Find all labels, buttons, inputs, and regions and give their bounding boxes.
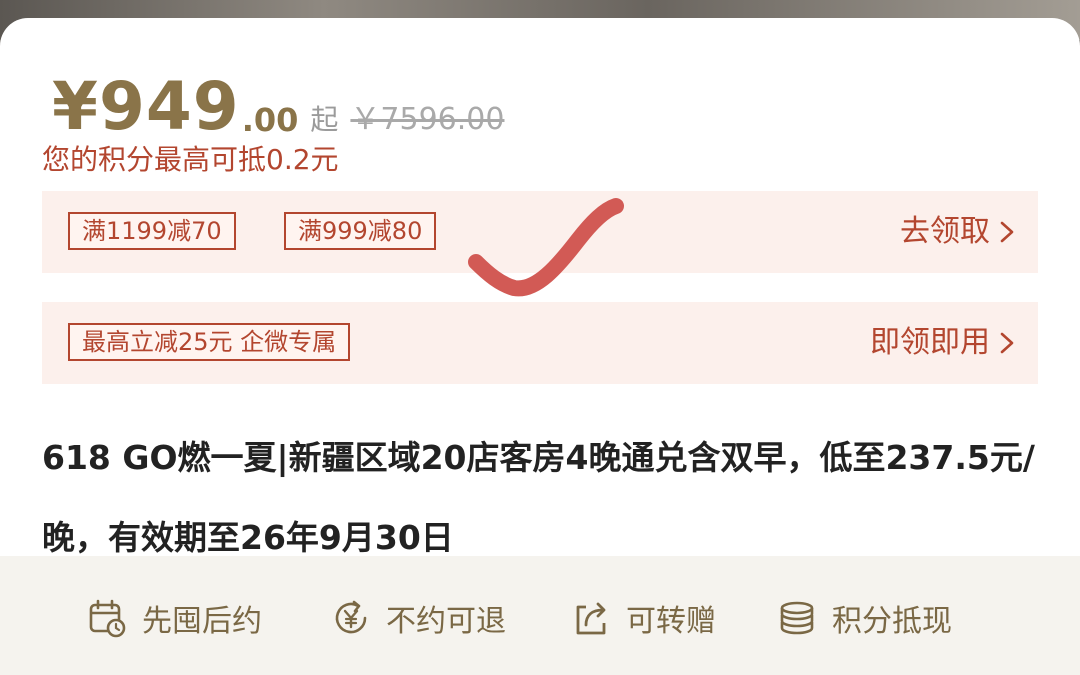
feature-label: 可转赠: [626, 604, 716, 639]
product-title: 618 GO燃一夏|新疆区域20店客房4晚通兑含双早，低至237.5元/晚，有效…: [42, 438, 1035, 557]
price-integer: 949: [98, 68, 240, 145]
coins-icon: [780, 601, 814, 635]
feature-item: 可转赠: [570, 596, 716, 640]
points-deduction-note: 您的积分最高可抵0.2元: [42, 143, 339, 176]
original-price: ￥7596.00: [350, 102, 505, 137]
feature-label: 不约可退: [386, 604, 506, 639]
chevron-right-icon: [1000, 221, 1014, 243]
price-currency: ¥: [52, 68, 99, 145]
instant-use-button[interactable]: 即领即用: [870, 322, 1014, 364]
share-gift-icon: [576, 602, 606, 635]
instant-use-label: 即领即用: [870, 325, 990, 360]
claim-coupon-label: 去领取: [900, 214, 990, 249]
coupon-bar-claim[interactable]: 满1199减70 满999减80 去领取: [42, 191, 1038, 273]
coupon-chip[interactable]: 最高立减25元 企微专属: [68, 323, 351, 361]
coupon-bar-instant[interactable]: 最高立减25元 企微专属 即领即用: [42, 302, 1038, 384]
product-detail-screen: ¥ 949 .00 起 ￥7596.00 您的积分最高可抵0.2元 满1199减…: [0, 0, 1080, 675]
feature-bar: 先囤后约 不约可退 可转赠 积分抵现: [0, 556, 1080, 675]
calendar-clock-icon: [89, 599, 126, 638]
price-from-label: 起: [310, 103, 339, 136]
feature-label: 积分抵现: [832, 604, 952, 639]
refund-yen-icon: [335, 600, 367, 634]
coupon-chip[interactable]: 满1199减70: [68, 212, 236, 250]
price-row: ¥ 949 .00 起 ￥7596.00: [52, 60, 504, 140]
coupon-chip[interactable]: 满999减80: [284, 212, 437, 250]
claim-coupon-button[interactable]: 去领取: [900, 211, 1014, 253]
feature-item: 先囤后约: [86, 596, 262, 640]
price-decimal: .00: [241, 101, 299, 139]
chevron-right-icon: [1000, 332, 1014, 354]
feature-label: 先囤后约: [142, 604, 262, 639]
feature-item: 积分抵现: [776, 596, 952, 640]
feature-item: 不约可退: [330, 596, 506, 640]
